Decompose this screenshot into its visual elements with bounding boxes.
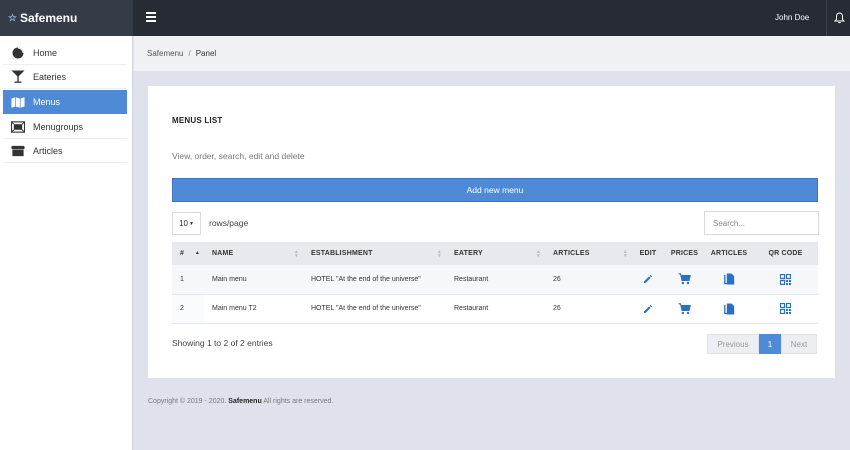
cell-edit — [632, 294, 664, 324]
box-icon — [11, 145, 25, 157]
bell-icon — [834, 12, 845, 24]
col-header-eatery[interactable]: EATERY ▲ ▼ — [446, 242, 545, 265]
cell-articles: 26 — [545, 294, 632, 324]
cell-articles-action — [705, 265, 753, 295]
breadcrumb-root[interactable]: Safemenu — [147, 49, 183, 58]
sidebar: Home Eateries Menus Menugroups Articles — [0, 36, 133, 450]
page-1-button[interactable]: 1 — [759, 334, 781, 354]
col-header-qrcode: QR CODE — [753, 242, 818, 265]
copy-icon[interactable] — [723, 273, 735, 285]
footer-rights: All rights are reserved. — [263, 398, 334, 405]
caret-down-icon: ▼ — [188, 220, 194, 227]
cell-articles-action — [705, 294, 753, 324]
cell-edit — [632, 265, 664, 295]
qr-code-icon[interactable] — [780, 303, 791, 314]
col-header-name[interactable]: NAME ▲ ▼ — [204, 242, 303, 265]
cell-index: 1 — [172, 265, 204, 295]
sort-icon: ▲ ▼ — [535, 249, 541, 259]
notifications-button[interactable] — [826, 0, 850, 36]
cell-eatery: Restaurant — [446, 265, 545, 295]
cell-articles: 26 — [545, 265, 632, 295]
sidebar-item-label: Home — [33, 47, 58, 58]
footer: Copyright © 2019 - 2020. Safemenu All ri… — [148, 398, 333, 405]
cell-prices — [664, 265, 705, 295]
cell-qrcode — [753, 294, 818, 324]
col-header-establishment[interactable]: ESTABLISHMENT ▲ ▼ — [303, 242, 446, 265]
copy-icon[interactable] — [723, 303, 735, 315]
rows-per-page-value: 10 — [179, 219, 188, 228]
pencil-icon[interactable] — [643, 304, 653, 314]
cell-qrcode — [753, 265, 818, 295]
entries-info: Showing 1 to 2 of 2 entries — [172, 338, 273, 348]
brand-name: Safemenu — [19, 11, 78, 25]
map-icon — [11, 96, 25, 108]
sidebar-item-home[interactable]: Home — [3, 41, 127, 65]
user-name[interactable]: John Doe — [775, 13, 809, 22]
cell-establishment: HOTEL "At the end of the universe" — [303, 265, 446, 295]
page-subtitle: View, order, search, edit and delete — [172, 151, 305, 161]
menu-toggle-icon[interactable] — [146, 12, 156, 22]
rows-per-page-select[interactable]: 10 ▼ — [172, 212, 201, 235]
menus-table: # ▲ NAME ▲ ▼ ESTABLISHMENT ▲ ▼ EATERY ▲ ▼ ARTIC… — [172, 242, 818, 324]
table-row: 2 Main menu T2 HOTEL "At the end of the … — [172, 294, 818, 324]
next-page-button[interactable]: Next — [781, 334, 817, 354]
cell-prices — [664, 294, 705, 324]
add-menu-button[interactable]: Add new menu — [172, 178, 818, 202]
sort-icon: ▲ ▼ — [293, 249, 299, 259]
footer-brand: Safemenu — [228, 398, 262, 405]
sidebar-item-label: Eateries — [33, 71, 67, 82]
sort-icon: ▲ ▼ — [622, 249, 628, 259]
col-header-index[interactable]: # ▲ — [172, 242, 204, 265]
sort-asc-icon: ▲ — [194, 250, 200, 256]
sort-icon: ▲ ▼ — [436, 249, 442, 259]
rows-per-page-label: rows/page — [209, 218, 249, 228]
sidebar-item-eateries[interactable]: Eateries — [3, 65, 127, 89]
cell-name: Main menu T2 — [204, 294, 303, 324]
previous-page-button[interactable]: Previous — [707, 334, 759, 354]
cell-eatery: Restaurant — [446, 294, 545, 324]
cell-name: Main menu — [204, 265, 303, 295]
shopping-cart-icon[interactable] — [678, 273, 691, 285]
top-bar: ☆ Safemenu John Doe — [0, 0, 850, 36]
table-row: 1 Main menu HOTEL "At the end of the uni… — [172, 265, 818, 295]
sidebar-item-label: Articles — [33, 145, 63, 156]
shopping-cart-icon[interactable] — [678, 302, 691, 315]
footer-copyright: Copyright © 2019 - 2020. — [148, 398, 227, 405]
sidebar-item-label: Menugroups — [33, 121, 84, 132]
pie-chart-icon — [11, 47, 25, 59]
pagination: Previous 1 Next — [707, 334, 817, 354]
menus-card: MENUS LIST View, order, search, edit and… — [148, 86, 835, 378]
sidebar-item-menus[interactable]: Menus — [3, 90, 127, 114]
star-icon: ☆ — [8, 12, 17, 24]
search-input[interactable] — [704, 211, 819, 235]
brand-logo[interactable]: ☆ Safemenu — [0, 0, 133, 36]
col-header-prices: PRICES — [664, 242, 705, 265]
table-header-row: # ▲ NAME ▲ ▼ ESTABLISHMENT ▲ ▼ EATERY ▲ ▼ ARTIC… — [172, 242, 818, 265]
cell-index: 2 — [172, 294, 204, 324]
breadcrumb: Safemenu / Panel — [134, 36, 850, 72]
breadcrumb-current: Panel — [195, 49, 217, 58]
cell-establishment: HOTEL "At the end of the universe" — [303, 294, 446, 324]
qr-code-icon[interactable] — [780, 273, 791, 285]
cocktail-glass-icon — [11, 70, 25, 83]
sidebar-item-menugroups[interactable]: Menugroups — [3, 115, 127, 139]
tray-icon — [11, 120, 25, 133]
breadcrumb-separator: / — [188, 49, 191, 58]
pencil-icon[interactable] — [643, 274, 653, 284]
page-title: MENUS LIST — [172, 116, 223, 125]
col-header-articles-action: ARTICLES — [705, 242, 753, 265]
sidebar-item-label: Menus — [33, 97, 61, 107]
col-header-articles[interactable]: ARTICLES ▲ ▼ — [545, 242, 632, 265]
sidebar-item-articles[interactable]: Articles — [3, 139, 127, 163]
col-header-edit: EDIT — [632, 242, 664, 265]
